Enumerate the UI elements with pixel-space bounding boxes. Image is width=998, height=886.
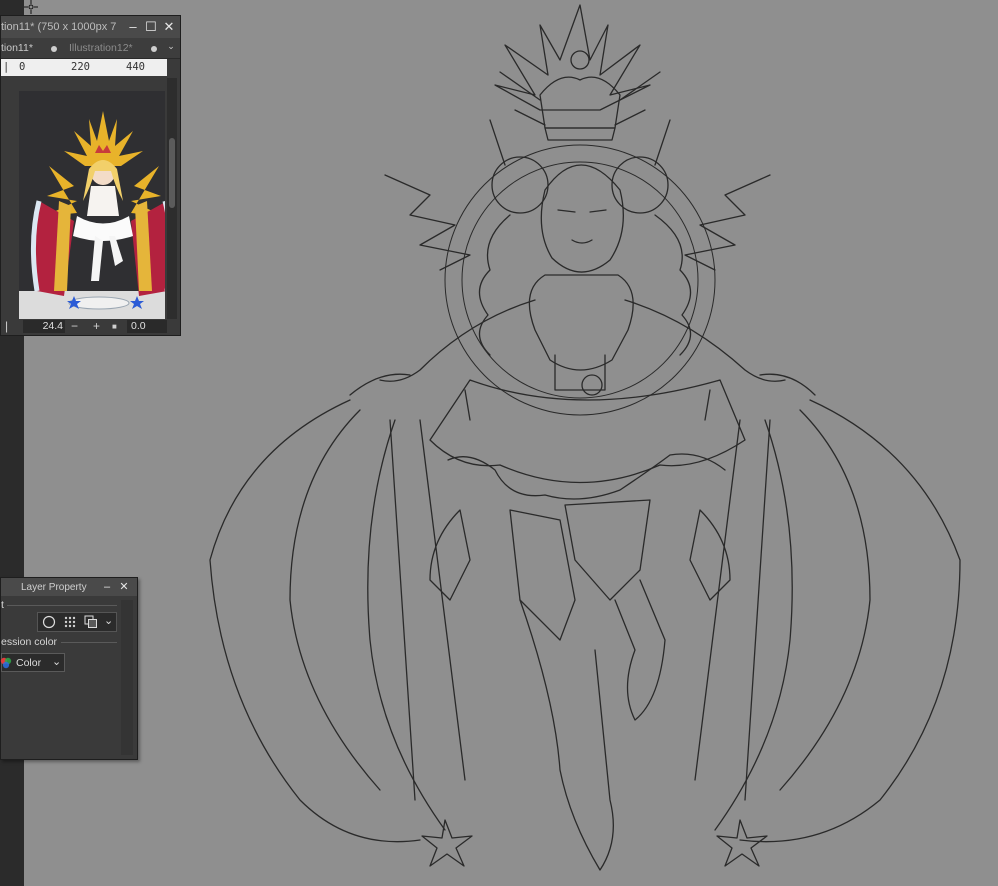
chevron-down-icon[interactable]: ⌄ [163, 38, 179, 54]
ruler-label: 220 [71, 61, 90, 73]
chevron-down-icon[interactable]: ⌄ [104, 614, 113, 627]
window-title: tion11* (750 x 1000px 7 [1, 21, 117, 33]
expression-color-select[interactable]: Color ⌄ [0, 653, 65, 672]
ruler-label: 0 [19, 61, 26, 73]
layer-property-title-bar[interactable]: Layer Property – ✕ [1, 578, 137, 596]
unsaved-dot-icon [51, 46, 57, 52]
document-tabs: tion11* Illustration12* ⌄ [1, 38, 180, 59]
border-effect-icon[interactable] [42, 615, 56, 629]
navigator-ruler: | 0 220 440 [1, 59, 167, 76]
tab-illustration12[interactable]: Illustration12* [69, 42, 133, 54]
navigator-thumbnail[interactable] [19, 91, 165, 319]
panel-title: Layer Property [21, 582, 87, 593]
effect-buttons: ⌄ [37, 612, 117, 632]
thumbnail-figure-image [19, 91, 165, 319]
tone-effect-icon[interactable] [63, 615, 77, 629]
maximize-icon[interactable]: ☐ [143, 19, 159, 35]
stop-icon[interactable]: ■ [112, 319, 117, 334]
layer-color-icon[interactable] [84, 615, 98, 629]
navigator-scrollbar[interactable] [167, 78, 177, 323]
tab-illustration11[interactable]: tion11* [1, 42, 33, 54]
unsaved-dot-icon [151, 46, 157, 52]
crosshair-cursor-icon [24, 0, 38, 14]
expression-color-label: ession color [1, 636, 58, 648]
zoom-field[interactable]: 24.4 [23, 320, 65, 333]
navigator-panel: tion11* (750 x 1000px 7 – ☐ ✕ tion11* Il… [0, 15, 181, 336]
color-wheel-icon [0, 657, 12, 669]
close-icon[interactable]: ✕ [161, 19, 177, 35]
navigator-controls: | 24.4 − + ■ 0.0 [1, 319, 180, 335]
zoom-out-icon[interactable]: − [71, 319, 78, 334]
close-icon[interactable]: ✕ [116, 579, 132, 595]
layer-property-scrollbar[interactable] [121, 600, 133, 755]
rotation-field[interactable]: 0.0 [127, 320, 167, 333]
effect-label: t [1, 599, 4, 611]
zoom-in-icon[interactable]: + [93, 319, 100, 334]
minimize-icon[interactable]: – [99, 579, 115, 595]
color-select-value: Color [16, 657, 42, 669]
navigator-title-bar[interactable]: tion11* (750 x 1000px 7 – ☐ ✕ [1, 16, 180, 38]
minimize-icon[interactable]: – [125, 19, 141, 35]
ruler-label: 440 [126, 61, 145, 73]
chevron-down-icon: ⌄ [52, 656, 62, 668]
layer-property-panel: Layer Property – ✕ t ⌄ ession color Colo… [0, 577, 138, 760]
